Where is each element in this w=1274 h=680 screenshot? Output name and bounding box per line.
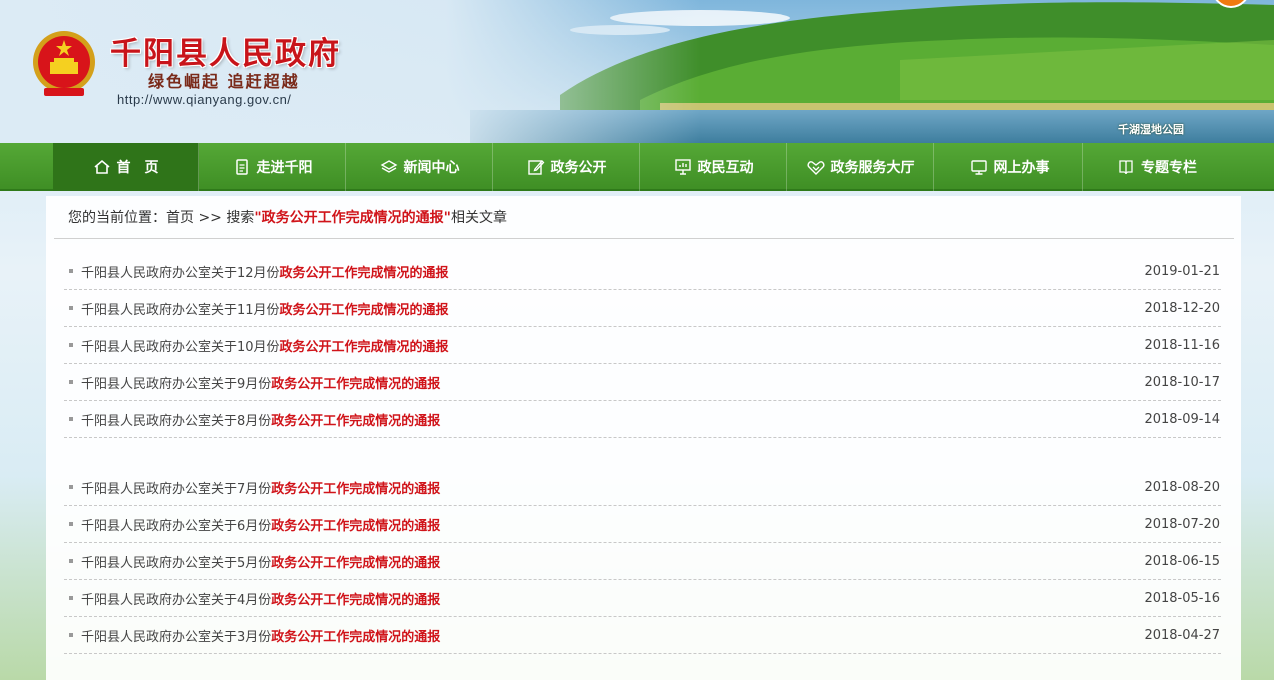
nav-item-label: 专题专栏	[1141, 160, 1197, 176]
nav-item-label: 政民互动	[697, 160, 754, 176]
article-title-prefix[interactable]: 千阳县人民政府办公室关于7月份	[81, 478, 271, 497]
bullet-icon	[69, 596, 73, 600]
list-item[interactable]: 千阳县人民政府办公室关于11月份 政务公开工作完成情况的通报 2018-12-20	[64, 290, 1221, 327]
bullet-icon	[69, 417, 73, 421]
nav-item-label: 新闻中心	[403, 160, 460, 176]
list-item[interactable]: 千阳县人民政府办公室关于10月份 政务公开工作完成情况的通报 2018-11-16	[64, 327, 1221, 364]
nav-item-online-service[interactable]: 网上办事	[937, 143, 1083, 191]
nav-item-label: 政务公开	[550, 160, 607, 176]
nav-item-label: 首 页	[116, 160, 159, 176]
article-title-highlight[interactable]: 政务公开工作完成情况的通报	[271, 552, 440, 571]
content-panel: 您的当前位置：首页 >> 搜索 "政务公开工作完成情况的通报" 相关文章 千阳县…	[46, 196, 1241, 680]
breadcrumb: 您的当前位置：首页 >> 搜索 "政务公开工作完成情况的通报" 相关文章	[54, 196, 1234, 239]
article-title-highlight[interactable]: 政务公开工作完成情况的通报	[271, 589, 440, 608]
main-nav: 首 页 走进千阳 新闻中心 政务公开 政民互动 政务服务大厅 网上办事 专题专栏	[0, 143, 1274, 191]
header-banner: 千阳县人民政府 绿色崛起 追赶超越 http://www.qianyang.go…	[0, 0, 1274, 143]
article-date: 2018-06-15	[1144, 553, 1220, 569]
article-title-highlight[interactable]: 政务公开工作完成情况的通报	[280, 299, 449, 318]
search-keyword: "政务公开工作完成情况的通报"	[254, 210, 451, 226]
edit-icon	[527, 158, 545, 176]
article-date: 2018-10-17	[1144, 374, 1220, 390]
article-title-prefix[interactable]: 千阳县人民政府办公室关于8月份	[81, 410, 271, 429]
list-item[interactable]: 千阳县人民政府办公室关于3月份 政务公开工作完成情况的通报 2018-04-27	[64, 617, 1221, 654]
nav-item-gov-affairs[interactable]: 政务公开	[494, 143, 640, 191]
nav-item-special-topics[interactable]: 专题专栏	[1084, 143, 1230, 191]
monitor-icon	[970, 158, 988, 176]
site-url: http://www.qianyang.gov.cn/	[117, 92, 292, 107]
book-icon	[1117, 158, 1135, 176]
nav-item-home[interactable]: 首 页	[53, 143, 199, 191]
article-title-highlight[interactable]: 政务公开工作完成情况的通报	[280, 262, 449, 281]
nav-item-service-hall[interactable]: 政务服务大厅	[788, 143, 934, 191]
list-item[interactable]: 千阳县人民政府办公室关于4月份 政务公开工作完成情况的通报 2018-05-16	[64, 580, 1221, 617]
list-item[interactable]: 千阳县人民政府办公室关于9月份 政务公开工作完成情况的通报 2018-10-17	[64, 364, 1221, 401]
article-title-prefix[interactable]: 千阳县人民政府办公室关于5月份	[81, 552, 271, 571]
article-date: 2018-08-20	[1144, 479, 1220, 495]
bullet-icon	[69, 559, 73, 563]
article-title-prefix[interactable]: 千阳县人民政府办公室关于9月份	[81, 373, 271, 392]
article-title-highlight[interactable]: 政务公开工作完成情况的通报	[271, 515, 440, 534]
article-date: 2019-01-21	[1144, 263, 1220, 279]
bullet-icon	[69, 522, 73, 526]
article-title-highlight[interactable]: 政务公开工作完成情况的通报	[280, 336, 449, 355]
article-title-highlight[interactable]: 政务公开工作完成情况的通报	[271, 626, 440, 645]
nav-item-about[interactable]: 走进千阳	[200, 143, 346, 191]
nav-item-interaction[interactable]: 政民互动	[641, 143, 787, 191]
nav-item-news[interactable]: 新闻中心	[347, 143, 493, 191]
article-list-group-1: 千阳县人民政府办公室关于12月份 政务公开工作完成情况的通报 2019-01-21…	[64, 253, 1221, 438]
bullet-icon	[69, 343, 73, 347]
nav-item-label: 网上办事	[993, 160, 1050, 176]
layers-icon	[380, 158, 398, 176]
article-title-highlight[interactable]: 政务公开工作完成情况的通报	[271, 478, 440, 497]
article-date: 2018-04-27	[1144, 627, 1220, 643]
article-date: 2018-11-16	[1144, 337, 1220, 353]
presentation-icon	[674, 158, 692, 176]
article-title-highlight[interactable]: 政务公开工作完成情况的通报	[271, 373, 440, 392]
site-title: 千阳县人民政府	[110, 36, 341, 72]
bullet-icon	[69, 485, 73, 489]
breadcrumb-suffix: 相关文章	[450, 210, 507, 226]
document-icon	[233, 158, 251, 176]
breadcrumb-prefix[interactable]: 您的当前位置：首页 >> 搜索	[68, 207, 254, 227]
photo-caption: 千湖湿地公园	[1118, 123, 1184, 136]
article-title-prefix[interactable]: 千阳县人民政府办公室关于3月份	[81, 626, 271, 645]
article-date: 2018-12-20	[1144, 300, 1220, 316]
article-title-prefix[interactable]: 千阳县人民政府办公室关于12月份	[81, 262, 280, 281]
list-item[interactable]: 千阳县人民政府办公室关于8月份 政务公开工作完成情况的通报 2018-09-14	[64, 401, 1221, 438]
article-date: 2018-05-16	[1144, 590, 1220, 606]
article-date: 2018-07-20	[1144, 516, 1220, 532]
list-item[interactable]: 千阳县人民政府办公室关于12月份 政务公开工作完成情况的通报 2019-01-21	[64, 253, 1221, 290]
home-icon	[93, 158, 111, 176]
list-item[interactable]: 千阳县人民政府办公室关于5月份 政务公开工作完成情况的通报 2018-06-15	[64, 543, 1221, 580]
article-date: 2018-09-14	[1144, 411, 1220, 427]
bullet-icon	[69, 269, 73, 273]
site-slogan: 绿色崛起 追赶超越	[148, 72, 300, 91]
nav-item-label: 走进千阳	[256, 160, 313, 176]
bullet-icon	[69, 633, 73, 637]
article-title-prefix[interactable]: 千阳县人民政府办公室关于6月份	[81, 515, 271, 534]
national-emblem-icon	[33, 31, 95, 96]
article-title-highlight[interactable]: 政务公开工作完成情况的通报	[271, 410, 440, 429]
list-item[interactable]: 千阳县人民政府办公室关于7月份 政务公开工作完成情况的通报 2018-08-20	[64, 469, 1221, 506]
handshake-icon	[807, 158, 825, 176]
bullet-icon	[69, 306, 73, 310]
bullet-icon	[69, 380, 73, 384]
article-title-prefix[interactable]: 千阳县人民政府办公室关于11月份	[81, 299, 280, 318]
article-title-prefix[interactable]: 千阳县人民政府办公室关于4月份	[81, 589, 271, 608]
list-item[interactable]: 千阳县人民政府办公室关于6月份 政务公开工作完成情况的通报 2018-07-20	[64, 506, 1221, 543]
nav-item-label: 政务服务大厅	[830, 160, 915, 176]
article-title-prefix[interactable]: 千阳县人民政府办公室关于10月份	[81, 336, 280, 355]
article-list-group-2: 千阳县人民政府办公室关于7月份 政务公开工作完成情况的通报 2018-08-20 …	[64, 469, 1221, 654]
